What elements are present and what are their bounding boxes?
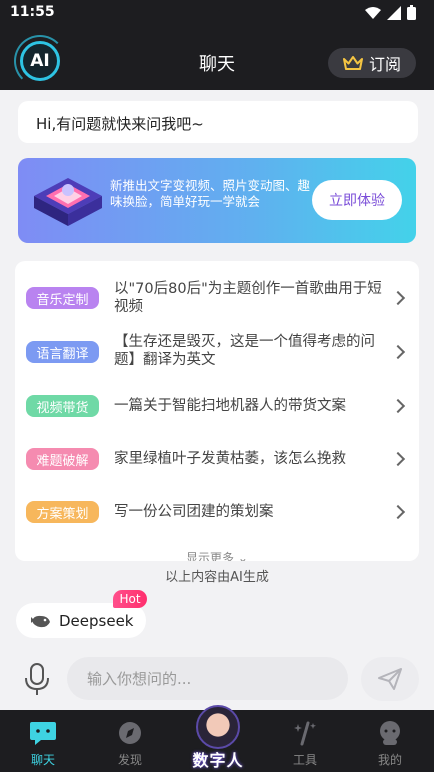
tab-digital-human[interactable]: 数字人: [178, 705, 258, 772]
prompt-row-video-sales[interactable]: 视频带货 一篇关于智能扫地机器人的带货文案: [15, 381, 419, 431]
status-icons: [365, 5, 416, 20]
show-more-label: 显示更多: [186, 551, 235, 561]
chevron-right-icon: [390, 344, 406, 360]
show-more-link[interactable]: 显示更多 ⌄: [15, 549, 419, 561]
top-bar: AI 聊天 订阅: [0, 26, 434, 90]
prompt-tag: 难题破解: [26, 448, 99, 470]
signal-icon: [387, 5, 401, 20]
prompt-row-music[interactable]: 音乐定制 以"70后80后"为主题创作一首歌曲用于短视频: [15, 273, 419, 323]
subscribe-button[interactable]: 订阅: [328, 48, 416, 78]
compass-icon: [119, 722, 141, 744]
profile-icon: [380, 721, 400, 745]
message-input[interactable]: [67, 657, 348, 700]
chevron-right-icon: [390, 504, 406, 520]
banner-text: 新推出文字变视频、照片变动图、趣味换脸，简单好玩一学就会: [110, 178, 311, 209]
deepseek-model-chip[interactable]: Deepseek: [16, 603, 146, 638]
chevron-right-icon: [390, 290, 406, 306]
tab-profile[interactable]: 我的: [350, 710, 430, 772]
chip-illustration-icon: [34, 178, 102, 226]
battery-icon: [407, 5, 416, 20]
prompt-row-problem[interactable]: 难题破解 家里绿植叶子发黄枯萎，该怎么挽救: [15, 434, 419, 484]
prompt-suggestions: 音乐定制 以"70后80后"为主题创作一首歌曲用于短视频 语言翻译 【生存还是毁…: [15, 261, 419, 561]
tab-discover[interactable]: 发现: [90, 710, 170, 772]
tab-label: 工具: [292, 753, 317, 767]
microphone-icon[interactable]: [22, 662, 52, 696]
send-button[interactable]: [361, 657, 419, 701]
prompt-tag: 方案策划: [26, 501, 99, 523]
tab-chat[interactable]: 聊天: [3, 710, 83, 772]
tab-label: 聊天: [30, 753, 55, 767]
digital-human-avatar: [196, 705, 240, 749]
prompt-tag: 音乐定制: [26, 287, 99, 309]
greeting-bubble: Hi,有问题就快来问我吧~: [18, 101, 418, 143]
prompt-text: 写一份公司团建的策划案: [114, 504, 274, 520]
prompt-text: 【生存还是毁灭，这是一个值得考虑的问题】翻译为英文: [114, 334, 375, 368]
whale-icon: [31, 615, 50, 627]
chevron-right-icon: [390, 398, 406, 414]
hot-badge: Hot: [113, 590, 147, 608]
chat-icon: [30, 722, 56, 745]
tab-label: 数字人: [192, 751, 244, 770]
try-now-button[interactable]: 立即体验: [312, 180, 402, 220]
tab-tools[interactable]: 工具: [265, 710, 345, 772]
ai-generated-notice: 以上内容由AI生成: [0, 562, 434, 588]
model-chip-label: Deepseek: [59, 611, 134, 630]
wifi-icon: [365, 6, 381, 19]
tab-label: 我的: [377, 753, 402, 767]
tab-label: 发现: [117, 753, 142, 767]
prompt-row-translate[interactable]: 语言翻译 【生存还是毁灭，这是一个值得考虑的问题】翻译为英文: [15, 326, 419, 376]
status-time: 11:55: [10, 4, 55, 20]
prompt-row-planning[interactable]: 方案策划 写一份公司团建的策划案: [15, 488, 419, 538]
promo-banner[interactable]: 新推出文字变视频、照片变动图、趣味换脸，简单好玩一学就会 立即体验: [18, 158, 416, 243]
status-bar: 11:55: [0, 0, 434, 26]
prompt-tag: 视频带货: [26, 395, 99, 417]
send-icon: [378, 668, 402, 690]
chevron-right-icon: [390, 451, 406, 467]
prompt-tag: 语言翻译: [26, 341, 99, 363]
prompt-text: 以"70后80后"为主题创作一首歌曲用于短视频: [114, 281, 382, 315]
subscribe-label: 订阅: [368, 55, 401, 74]
prompt-text: 家里绿植叶子发黄枯萎，该怎么挽救: [114, 451, 346, 467]
prompt-text: 一篇关于智能扫地机器人的带货文案: [114, 398, 346, 414]
crown-icon: [342, 56, 363, 70]
tools-icon: [294, 721, 316, 746]
